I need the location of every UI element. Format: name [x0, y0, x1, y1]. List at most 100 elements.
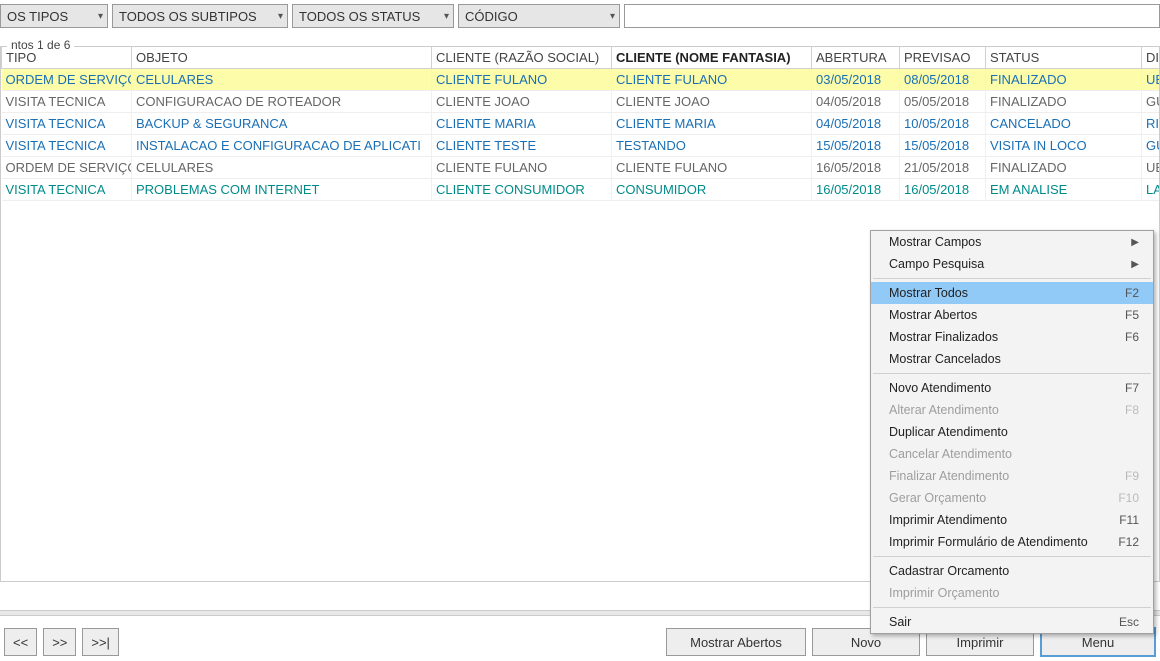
menu-item: Imprimir Orçamento	[871, 582, 1153, 604]
cell-tipo: VISITA TECNICA	[2, 91, 132, 113]
cell-fantasia: CLIENTE FULANO	[612, 157, 812, 179]
cell-fantasia: TESTANDO	[612, 135, 812, 157]
table-row[interactable]: VISITA TECNICAPROBLEMAS COM INTERNETCLIE…	[2, 179, 1160, 201]
campo-select[interactable]: CÓDIGO ▾	[458, 4, 620, 28]
menu-item[interactable]: Cadastrar Orcamento	[871, 560, 1153, 582]
cell-fantasia: CONSUMIDOR	[612, 179, 812, 201]
menu-item[interactable]: Campo Pesquisa▶	[871, 253, 1153, 275]
col-fantasia[interactable]: CLIENTE (NOME FANTASIA)	[612, 47, 812, 69]
tipos-select-label: OS TIPOS	[7, 9, 68, 24]
menu-item[interactable]: Novo AtendimentoF7	[871, 377, 1153, 399]
menu-item[interactable]: Mostrar TodosF2	[871, 282, 1153, 304]
chevron-down-icon: ▾	[444, 11, 449, 22]
cell-objeto: CONFIGURACAO DE ROTEADOR	[132, 91, 432, 113]
col-status[interactable]: STATUS	[986, 47, 1142, 69]
results-table-wrap: TIPO OBJETO CLIENTE (RAZÃO SOCIAL) CLIEN…	[1, 47, 1159, 201]
table-row[interactable]: ORDEM DE SERVIÇOCELULARESCLIENTE FULANOC…	[2, 69, 1160, 91]
cell-razao: CLIENTE TESTE	[432, 135, 612, 157]
menu-item[interactable]: Mostrar Finalizados F6	[871, 326, 1153, 348]
cell-abertura: 16/05/2018	[812, 157, 900, 179]
search-input[interactable]	[624, 4, 1160, 28]
cell-objeto: BACKUP & SEGURANCA	[132, 113, 432, 135]
menu-item-label: Sair	[889, 615, 911, 629]
table-row[interactable]: VISITA TECNICAINSTALACAO E CONFIGURACAO …	[2, 135, 1160, 157]
mostrar-abertos-button[interactable]: Mostrar Abertos	[666, 628, 806, 656]
cell-dist: LA	[1142, 179, 1160, 201]
subtipos-select[interactable]: TODOS OS SUBTIPOS ▾	[112, 4, 288, 28]
cell-razao: CLIENTE CONSUMIDOR	[432, 179, 612, 201]
menu-item-label: Finalizar Atendimento	[889, 469, 1009, 483]
menu-separator	[873, 278, 1151, 279]
cell-abertura: 16/05/2018	[812, 179, 900, 201]
chevron-right-icon: ▶	[1131, 237, 1139, 248]
cell-abertura: 15/05/2018	[812, 135, 900, 157]
menu-item-label: Mostrar Finalizados	[889, 330, 998, 344]
nav-first-button[interactable]: <<	[4, 628, 37, 656]
menu-item-label: Mostrar Abertos	[889, 308, 977, 322]
col-dist[interactable]: DI	[1142, 47, 1160, 69]
menu-item[interactable]: Imprimir Formulário de AtendimentoF12	[871, 531, 1153, 553]
menu-item-label: Duplicar Atendimento	[889, 425, 1008, 439]
cell-fantasia: CLIENTE FULANO	[612, 69, 812, 91]
chevron-down-icon: ▾	[610, 11, 615, 22]
cell-abertura: 04/05/2018	[812, 91, 900, 113]
col-razao[interactable]: CLIENTE (RAZÃO SOCIAL)	[432, 47, 612, 69]
cell-razao: CLIENTE JOAO	[432, 91, 612, 113]
menu-item-label: Alterar Atendimento	[889, 403, 999, 417]
menu-item[interactable]: Duplicar Atendimento	[871, 421, 1153, 443]
cell-tipo: VISITA TECNICA	[2, 135, 132, 157]
cell-tipo: VISITA TECNICA	[2, 179, 132, 201]
cell-razao: CLIENTE FULANO	[432, 157, 612, 179]
chevron-right-icon: ▶	[1131, 259, 1139, 270]
cell-previsao: 08/05/2018	[900, 69, 986, 91]
context-menu[interactable]: Mostrar Campos▶Campo Pesquisa▶ Mostrar To…	[870, 230, 1154, 634]
cell-status: EM ANALISE	[986, 179, 1142, 201]
cell-objeto: CELULARES	[132, 157, 432, 179]
results-count-label: ntos 1 de 6	[7, 38, 74, 52]
menu-item-shortcut: F8	[1125, 403, 1139, 417]
menu-item[interactable]: Mostrar Cancelados	[871, 348, 1153, 370]
nav-last-button[interactable]: >>|	[82, 628, 119, 656]
nav-next-button[interactable]: >>	[43, 628, 76, 656]
menu-item-shortcut: Esc	[1119, 615, 1139, 629]
menu-item[interactable]: Mostrar Campos▶	[871, 231, 1153, 253]
col-objeto[interactable]: OBJETO	[132, 47, 432, 69]
menu-item[interactable]: Mostrar Abertos F5	[871, 304, 1153, 326]
menu-item[interactable]: Sair Esc	[871, 611, 1153, 633]
table-row[interactable]: VISITA TECNICACONFIGURACAO DE ROTEADORCL…	[2, 91, 1160, 113]
menu-separator	[873, 607, 1151, 608]
menu-item: Cancelar Atendimento	[871, 443, 1153, 465]
filter-toolbar: OS TIPOS ▾ TODOS OS SUBTIPOS ▾ TODOS OS …	[0, 0, 1160, 32]
results-table: TIPO OBJETO CLIENTE (RAZÃO SOCIAL) CLIEN…	[1, 47, 1159, 201]
menu-item-shortcut: F7	[1125, 381, 1139, 395]
cell-dist: UB	[1142, 157, 1160, 179]
menu-item-shortcut: F11	[1119, 513, 1139, 527]
cell-fantasia: CLIENTE JOAO	[612, 91, 812, 113]
menu-item-shortcut: F9	[1125, 469, 1139, 483]
col-previsao[interactable]: PREVISAO	[900, 47, 986, 69]
menu-item: Gerar OrçamentoF10	[871, 487, 1153, 509]
table-row[interactable]: ORDEM DE SERVIÇOCELULARESCLIENTE FULANOC…	[2, 157, 1160, 179]
menu-item-label: Imprimir Atendimento	[889, 513, 1007, 527]
campo-select-label: CÓDIGO	[465, 9, 518, 24]
cell-status: FINALIZADO	[986, 157, 1142, 179]
chevron-down-icon: ▾	[98, 11, 103, 22]
menu-item-shortcut: F5	[1125, 308, 1139, 322]
table-row[interactable]: VISITA TECNICABACKUP & SEGURANCACLIENTE …	[2, 113, 1160, 135]
tipos-select[interactable]: OS TIPOS ▾	[0, 4, 108, 28]
cell-status: CANCELADO	[986, 113, 1142, 135]
menu-item-label: Mostrar Todos	[889, 286, 968, 300]
menu-item-label: Gerar Orçamento	[889, 491, 986, 505]
cell-razao: CLIENTE MARIA	[432, 113, 612, 135]
cell-status: FINALIZADO	[986, 69, 1142, 91]
cell-tipo: VISITA TECNICA	[2, 113, 132, 135]
menu-item-shortcut: F6	[1125, 330, 1139, 344]
col-abertura[interactable]: ABERTURA	[812, 47, 900, 69]
cell-razao: CLIENTE FULANO	[432, 69, 612, 91]
menu-item-label: Imprimir Formulário de Atendimento	[889, 535, 1088, 549]
menu-item: Alterar Atendimento F8	[871, 399, 1153, 421]
cell-previsao: 10/05/2018	[900, 113, 986, 135]
menu-item[interactable]: Imprimir Atendimento F11	[871, 509, 1153, 531]
status-select[interactable]: TODOS OS STATUS ▾	[292, 4, 454, 28]
cell-previsao: 16/05/2018	[900, 179, 986, 201]
